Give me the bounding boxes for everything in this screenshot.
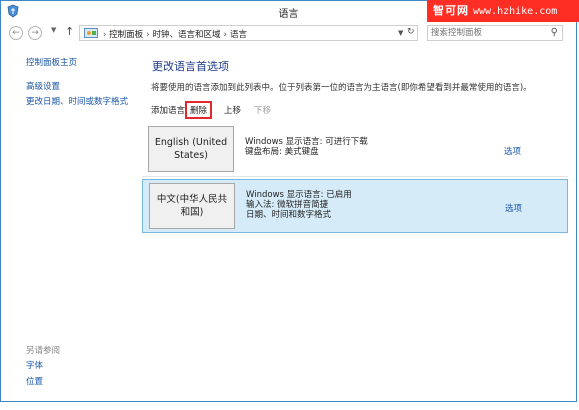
sidebar-link-home[interactable]: 控制面板主页 [26,56,77,68]
language-row-chinese[interactable]: 中文(中华人民共 和国) Windows 显示语言: 已启用 输入法: 微软拼音… [142,179,568,233]
watermark-url: www.hzhike.com [473,6,558,17]
control-panel-icon [84,28,98,38]
date-time-format: 日期、时间和数字格式 [246,210,332,220]
main-content: 更改语言首选项 将要使用的语言添加到此列表中。位于列表第一位的语言为主语言(即你… [141,45,568,401]
back-arrow-icon[interactable]: ← [9,26,23,40]
search-icon[interactable]: ⚲ [551,27,558,38]
forward-arrow-icon[interactable]: → [28,26,42,40]
sidebar-link-location[interactable]: 位置 [26,375,43,387]
search-box[interactable]: ⚲ [427,25,563,41]
breadcrumb-separator-icon: › [103,30,107,40]
recent-pages-dropdown-icon[interactable]: ▼ [51,26,56,34]
language-info: Windows 显示语言: 可进行下载 键盘布局: 美式键盘 [245,137,368,157]
language-name-line: 中文(中华人民共 [156,194,228,205]
see-also-label: 另请参阅 [26,346,61,356]
language-info: Windows 显示语言: 已启用 输入法: 微软拼音简捷 日期、时间和数字格式 [246,190,352,220]
add-language-button[interactable]: 添加语言 [151,104,185,116]
keyboard-layout: 键盘布局: 美式键盘 [245,147,319,157]
language-options-link[interactable]: 选项 [505,202,522,214]
sidebar-link-change-date-time[interactable]: 更改日期、时间或数字格式 [26,95,128,107]
breadcrumb: › 控制面板 › 时钟、语言和区域 › 语言 [103,28,247,40]
language-tile[interactable]: 中文(中华人民共 和国) [149,183,235,229]
breadcrumb-separator-icon: › [223,30,227,40]
window-bottom-edge [0,402,579,410]
move-down-button: 下移 [254,106,272,116]
site-watermark: 智可网 www.hzhike.com [427,0,579,22]
breadcrumb-separator-icon: › [146,30,150,40]
watermark-chinese-text: 智可网 [433,4,469,17]
sidebar: 控制面板主页 高级设置 更改日期、时间或数字格式 另请参阅 字体 位置 [1,45,141,401]
page-title: 更改语言首选项 [152,60,229,73]
language-options-link[interactable]: 选项 [504,145,521,157]
language-name-line: States) [174,150,208,161]
control-panel-window: 语言 — □ ← → ▼ ↑ › 控制面板›时钟、语言和区域›语言 ▼ ↻ ⚲ [0,0,577,402]
breadcrumb-language[interactable]: 语言 [230,30,247,40]
display-language-status: Windows 显示语言: 可进行下载 [245,137,368,147]
refresh-icon[interactable]: ↻ [407,27,415,37]
navigation-bar: ← → ▼ ↑ › 控制面板›时钟、语言和区域›语言 ▼ ↻ ⚲ [1,23,576,45]
language-name-line: English (United [154,137,228,148]
up-arrow-icon[interactable]: ↑ [65,25,74,38]
remove-language-button[interactable]: 删除 [185,101,213,119]
language-tile[interactable]: English (United States) [148,126,234,172]
language-name-line: 和国) [180,207,204,218]
breadcrumb-clock-language-region[interactable]: 时钟、语言和区域 [153,30,221,40]
page-description: 将要使用的语言添加到此列表中。位于列表第一位的语言为主语言(即你希望看到并最常使… [151,83,532,93]
sidebar-link-advanced-settings[interactable]: 高级设置 [26,80,60,92]
search-input[interactable] [431,26,541,40]
input-method: 输入法: 微软拼音简捷 [246,200,329,210]
breadcrumb-control-panel[interactable]: 控制面板 [109,30,143,40]
address-bar[interactable]: › 控制面板 › 时钟、语言和区域 › 语言 ▼ ↻ [79,25,418,41]
address-dropdown-icon[interactable]: ▼ [398,29,403,37]
sidebar-link-fonts[interactable]: 字体 [26,359,43,371]
display-language-status: Windows 显示语言: 已启用 [246,190,352,200]
move-up-button[interactable]: 上移 [224,104,241,116]
language-row-english[interactable]: English (United States) Windows 显示语言: 可进… [142,123,568,177]
